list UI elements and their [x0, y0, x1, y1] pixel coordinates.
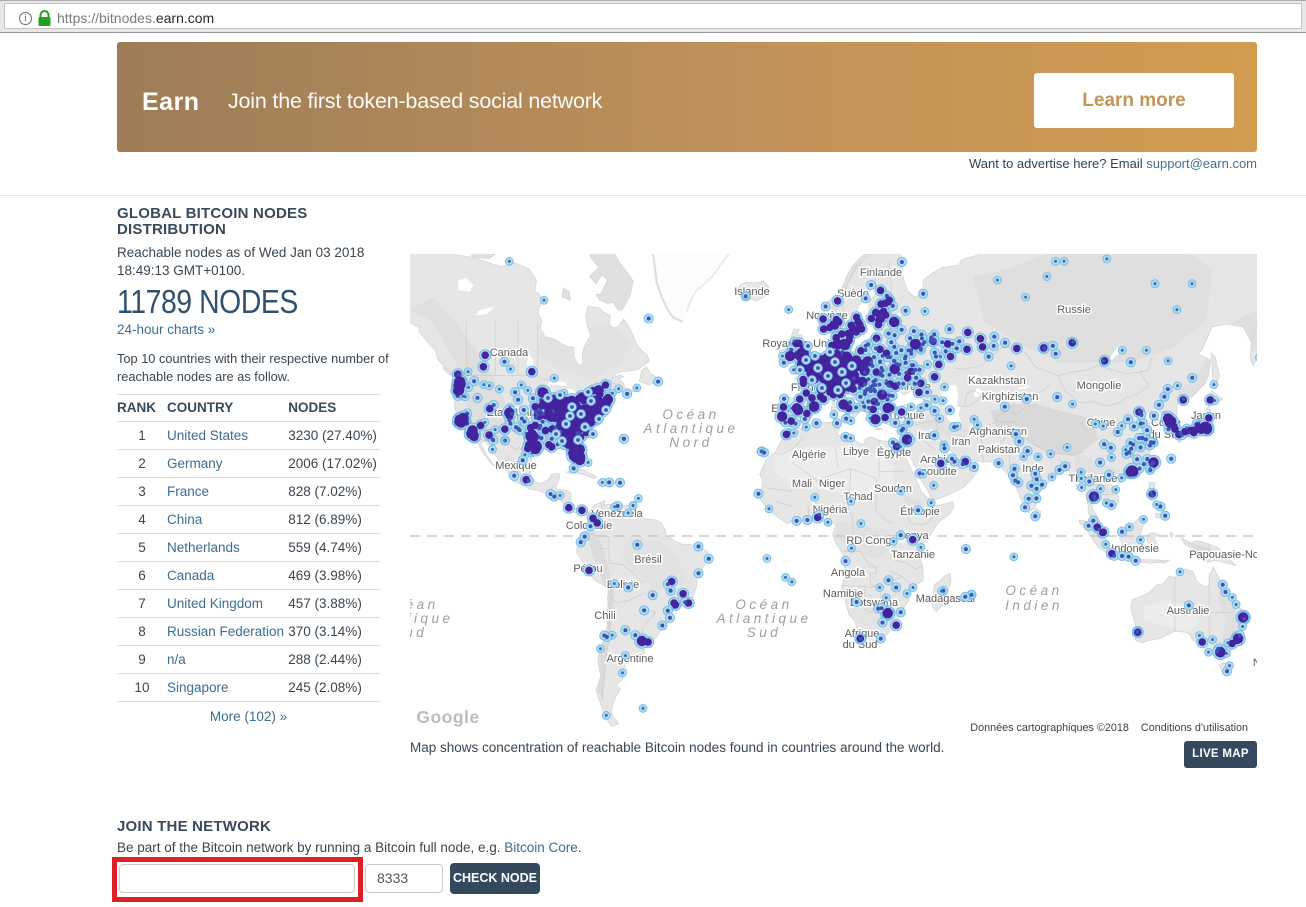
svg-text:Canada: Canada [490, 347, 529, 359]
svg-text:Atlantique: Atlantique [715, 611, 811, 626]
svg-text:Océan: Océan [1005, 583, 1062, 598]
svg-text:Chili: Chili [594, 610, 615, 622]
svg-text:Finlande: Finlande [860, 267, 902, 279]
svg-text:Nouvelle-Zélande: Nouvelle-Zélande [1253, 657, 1257, 669]
svg-text:Tanzanie: Tanzanie [891, 549, 935, 561]
svg-text:Océan: Océan [410, 597, 439, 612]
svg-text:Russie: Russie [1057, 304, 1091, 316]
svg-text:Indien: Indien [1005, 598, 1063, 613]
svg-text:Mongolie: Mongolie [1077, 380, 1122, 392]
svg-text:Mali: Mali [792, 478, 812, 490]
svg-text:Niger: Niger [819, 478, 846, 490]
svg-text:Iran: Iran [952, 436, 971, 448]
svg-text:Données cartographiques ©2018: Données cartographiques ©2018 Conditions… [970, 722, 1248, 733]
svg-text:Mexique: Mexique [495, 460, 537, 472]
svg-text:Pacifique: Pacifique [410, 611, 454, 626]
svg-text:Libye: Libye [843, 446, 869, 458]
svg-text:Kazakhstan: Kazakhstan [968, 375, 1025, 387]
svg-text:Nord: Nord [669, 435, 712, 450]
svg-text:Atlantique: Atlantique [642, 421, 738, 436]
svg-text:Océan: Océan [662, 407, 719, 422]
svg-text:Argentine: Argentine [606, 653, 653, 665]
svg-text:Sud: Sud [747, 625, 782, 640]
svg-text:Papouasie-Nouvelle-Guinée: Papouasie-Nouvelle-Guinée [1189, 549, 1257, 561]
svg-text:Algérie: Algérie [792, 449, 826, 461]
svg-text:Islande: Islande [734, 286, 769, 298]
svg-text:Océan: Océan [735, 597, 792, 612]
svg-text:Google: Google [416, 707, 479, 727]
svg-text:Brésil: Brésil [634, 554, 662, 566]
svg-text:Pakistan: Pakistan [978, 444, 1020, 456]
svg-text:Angola: Angola [831, 567, 866, 579]
svg-text:Soudan: Soudan [874, 483, 912, 495]
svg-text:Sud: Sud [410, 625, 427, 640]
